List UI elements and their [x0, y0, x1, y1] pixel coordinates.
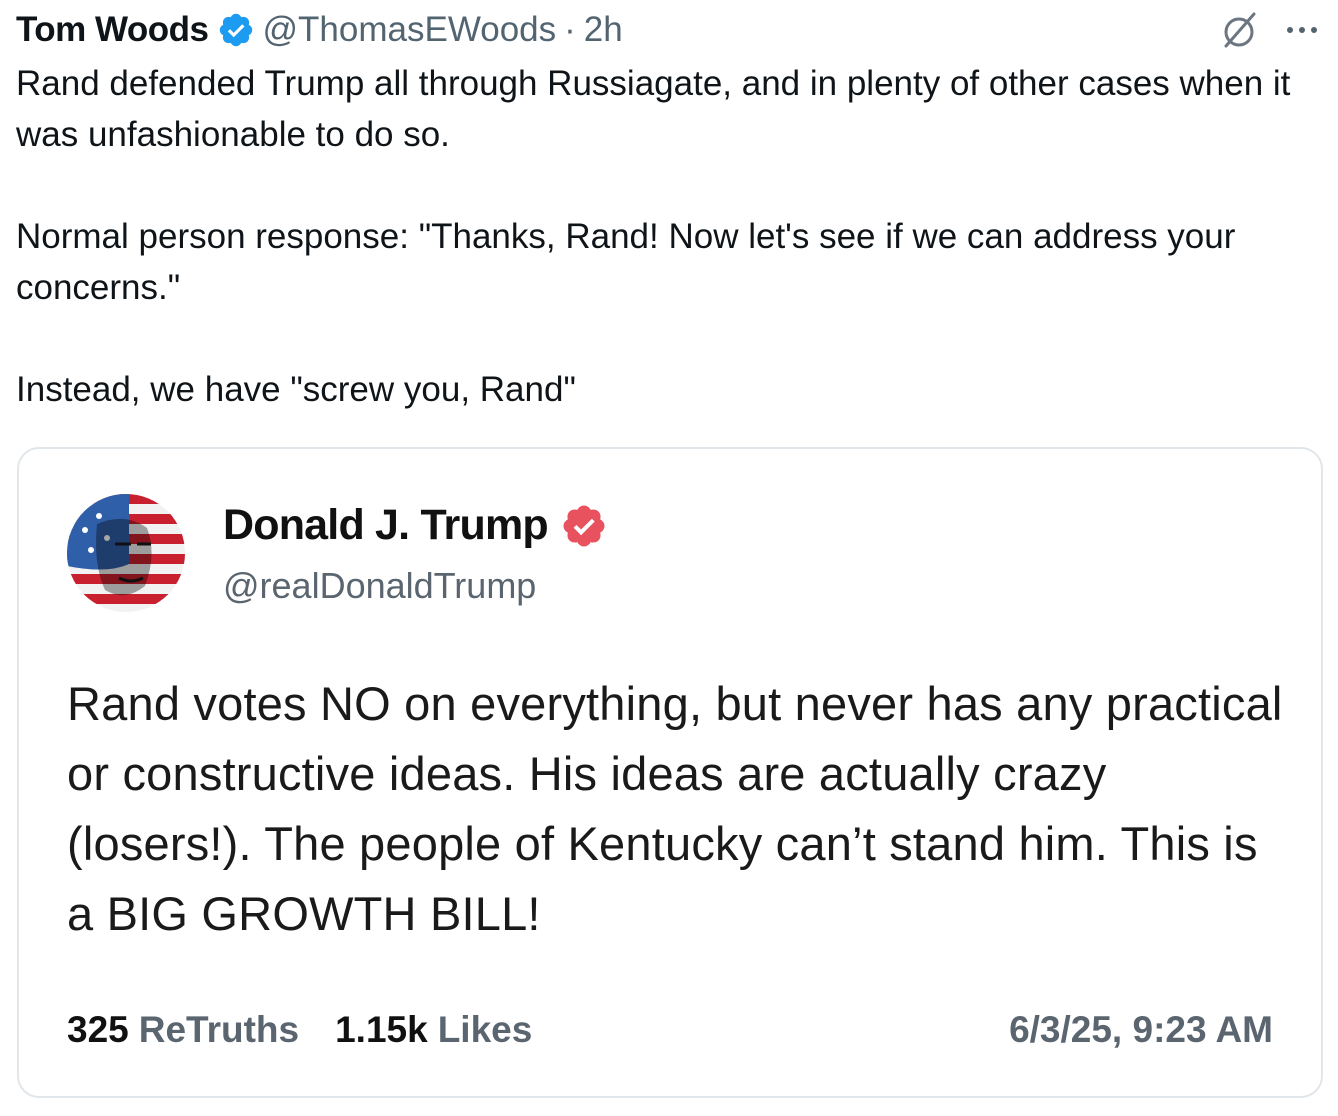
post-paragraph: Rand defended Trump all through Russiaga… — [16, 64, 1291, 154]
avatar-flag-portrait — [67, 494, 185, 612]
header-actions — [1220, 10, 1322, 50]
author-handle[interactable]: @ThomasEWoods — [263, 10, 557, 50]
post-paragraph: Normal person response: "Thanks, Rand! N… — [16, 217, 1236, 307]
quoted-author-name: Donald J. Trump — [223, 501, 549, 549]
quoted-footer: 325 ReTruths 1.15k Likes 6/3/25, 9:23 AM — [67, 1009, 1273, 1051]
likes-count: 1.15k — [335, 1009, 428, 1050]
quoted-author[interactable]: Donald J. Trump — [223, 501, 608, 550]
verified-badge-icon — [563, 505, 605, 546]
author-name[interactable]: Tom Woods — [16, 10, 209, 50]
post: Tom Woods @ThomasEWoods · 2h Rand defend… — [0, 0, 1338, 1116]
quoted-date[interactable]: 6/3/25, 9:23 AM — [1009, 1009, 1273, 1051]
grok-icon[interactable] — [1220, 10, 1260, 50]
quoted-text: Rand votes NO on everything, but never h… — [67, 677, 1283, 940]
quoted-handle[interactable]: @realDonaldTrump — [223, 565, 536, 607]
post-body: Rand defended Trump all through Russiaga… — [16, 58, 1316, 415]
retruths-count: 325 — [67, 1009, 129, 1050]
retruths-stat[interactable]: 325 ReTruths — [67, 1009, 299, 1051]
retruths-label: ReTruths — [138, 1009, 300, 1050]
likes-stat[interactable]: 1.15k Likes — [335, 1009, 532, 1051]
quoted-post-card[interactable]: Donald J. Trump @realDonaldTrump Rand vo… — [17, 447, 1323, 1098]
verified-badge-icon — [219, 13, 252, 47]
separator-dot: · — [564, 10, 576, 49]
more-icon[interactable] — [1282, 10, 1322, 50]
post-time[interactable]: 2h — [584, 10, 623, 50]
avatar[interactable] — [67, 494, 185, 612]
post-paragraph: Instead, we have "screw you, Rand" — [16, 370, 576, 409]
post-header: Tom Woods @ThomasEWoods · 2h — [16, 8, 1322, 52]
likes-label: Likes — [437, 1009, 533, 1050]
